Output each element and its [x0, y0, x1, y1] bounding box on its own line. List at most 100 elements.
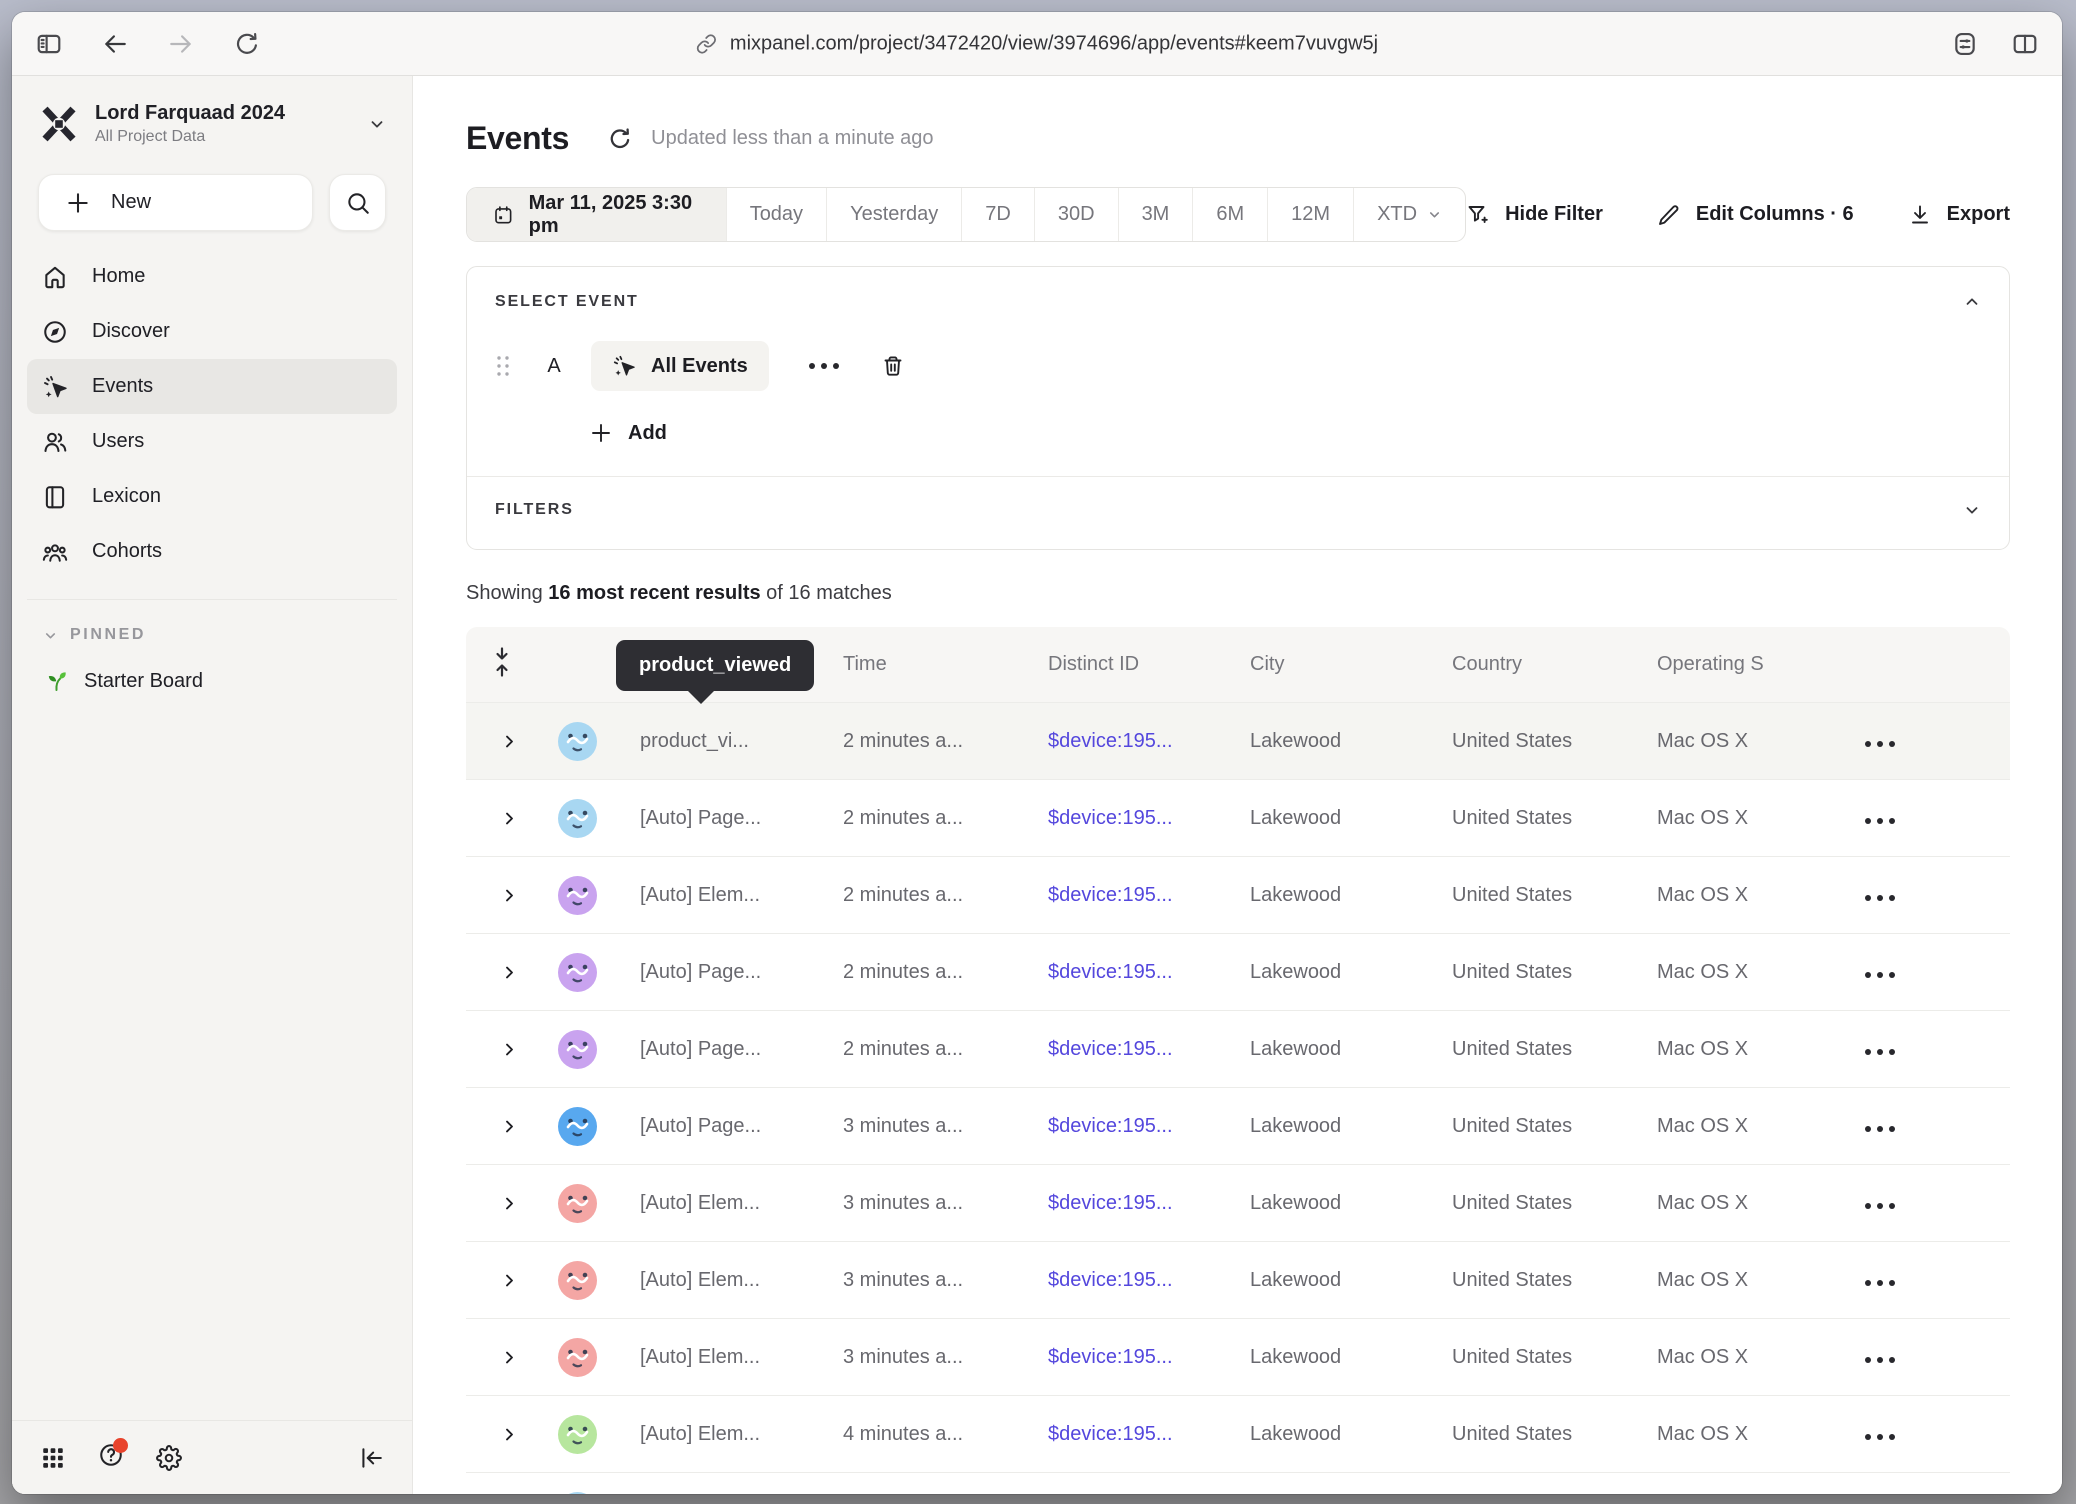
- distinct-id-link[interactable]: $device:195...: [1048, 730, 1250, 753]
- row-expand-chevron-icon[interactable]: [501, 1426, 538, 1443]
- row-expand-chevron-icon[interactable]: [501, 1349, 538, 1366]
- time-cell: 2 minutes a...: [843, 730, 1048, 753]
- distinct-id-link[interactable]: $device:195...: [1048, 1192, 1250, 1215]
- row-expand-chevron-icon[interactable]: [501, 810, 538, 827]
- search-button[interactable]: [329, 174, 386, 231]
- time-cell: 3 minutes a...: [843, 1269, 1048, 1292]
- row-more-button[interactable]: [1837, 1423, 2010, 1446]
- users-icon: [42, 429, 68, 455]
- edit-columns-button[interactable]: Edit Columns · 6: [1657, 203, 1854, 227]
- row-expand-chevron-icon[interactable]: [501, 1118, 538, 1135]
- sidebar-item-discover[interactable]: Discover: [27, 304, 397, 359]
- country-cell: United States: [1452, 1423, 1657, 1446]
- collapse-rows-icon[interactable]: [491, 647, 513, 677]
- row-more-button[interactable]: [1837, 1192, 2010, 1215]
- sidebar-item-lexicon[interactable]: Lexicon: [27, 469, 397, 524]
- date-picker-button[interactable]: Mar 11, 2025 3:30 pm: [467, 188, 726, 241]
- export-button[interactable]: Export: [1908, 203, 2010, 227]
- project-switcher[interactable]: Lord Farquaad 2024 All Project Data: [12, 76, 412, 166]
- collapse-sidebar-icon[interactable]: [358, 1445, 384, 1471]
- back-icon[interactable]: [102, 31, 128, 57]
- table-row[interactable]: [Auto] Elem... 2 minutes a... $device:19…: [466, 856, 2010, 933]
- table-row[interactable]: [Auto] Elem... 3 minutes a... $device:19…: [466, 1318, 2010, 1395]
- settings-gear-icon[interactable]: [156, 1445, 182, 1471]
- add-event-button[interactable]: Add: [589, 421, 667, 445]
- country-cell: United States: [1452, 730, 1657, 753]
- pinned-section-header[interactable]: PINNED: [12, 620, 412, 654]
- row-expand-chevron-icon[interactable]: [501, 1195, 538, 1212]
- all-events-chip[interactable]: All Events: [591, 341, 769, 391]
- reload-icon[interactable]: [234, 31, 260, 57]
- row-expand-chevron-icon[interactable]: [501, 1041, 538, 1058]
- table-row[interactable]: [Auto] Page... 2 minutes a... $device:19…: [466, 779, 2010, 856]
- address-bar[interactable]: mixpanel.com/project/3472420/view/397469…: [696, 32, 1378, 55]
- row-more-button[interactable]: [1837, 1346, 2010, 1369]
- range-yesterday[interactable]: Yesterday: [826, 188, 961, 241]
- table-row[interactable]: [Auto] Elem... 4 minutes a... $device:19…: [466, 1395, 2010, 1472]
- range-3m[interactable]: 3M: [1118, 188, 1193, 241]
- range-12m[interactable]: 12M: [1267, 188, 1353, 241]
- apps-grid-icon[interactable]: [40, 1445, 66, 1471]
- range-xtd[interactable]: XTD: [1353, 188, 1465, 241]
- distinct-id-link[interactable]: $device:195...: [1048, 1115, 1250, 1138]
- drag-handle-icon[interactable]: [495, 353, 511, 379]
- refresh-icon[interactable]: [607, 126, 633, 152]
- sidebar-item-users[interactable]: Users: [27, 414, 397, 469]
- hide-filter-button[interactable]: Hide Filter: [1466, 203, 1603, 227]
- sidebar-item-home[interactable]: Home: [27, 249, 397, 304]
- distinct-id-link[interactable]: $device:195...: [1048, 1038, 1250, 1061]
- table-row[interactable]: [Auto] Page... 3 minutes a... $device:19…: [466, 1087, 2010, 1164]
- page-settings-icon[interactable]: [1952, 31, 1978, 57]
- distinct-id-link[interactable]: $device:195...: [1048, 807, 1250, 830]
- column-header-os[interactable]: Operating S: [1657, 653, 1837, 676]
- link-icon: [696, 33, 717, 54]
- distinct-id-link[interactable]: $device:195...: [1048, 961, 1250, 984]
- forward-icon[interactable]: [168, 31, 194, 57]
- range-7d[interactable]: 7D: [961, 188, 1034, 241]
- event-row-more-button[interactable]: [809, 363, 839, 369]
- row-more-button[interactable]: [1837, 961, 2010, 984]
- row-more-button[interactable]: [1837, 1269, 2010, 1292]
- split-view-icon[interactable]: [2012, 31, 2038, 57]
- column-header-city[interactable]: City: [1250, 653, 1452, 676]
- sidebar-item-cohorts[interactable]: Cohorts: [27, 524, 397, 579]
- row-expand-chevron-icon[interactable]: [501, 1272, 538, 1289]
- city-cell: Lakewood: [1250, 807, 1452, 830]
- range-today[interactable]: Today: [726, 188, 826, 241]
- trash-icon[interactable]: [881, 354, 905, 378]
- row-more-button[interactable]: [1837, 884, 2010, 907]
- table-row[interactable]: [466, 1472, 2010, 1494]
- table-row[interactable]: [Auto] Page... 2 minutes a... $device:19…: [466, 1010, 2010, 1087]
- row-expand-chevron-icon[interactable]: [501, 964, 538, 981]
- row-expand-chevron-icon[interactable]: [501, 887, 538, 904]
- column-header-distinct-id[interactable]: Distinct ID: [1048, 653, 1250, 676]
- distinct-id-link[interactable]: $device:195...: [1048, 1269, 1250, 1292]
- distinct-id-link[interactable]: $device:195...: [1048, 1423, 1250, 1446]
- row-more-button[interactable]: [1837, 1038, 2010, 1061]
- table-row[interactable]: product_vi... 2 minutes a... $device:195…: [466, 702, 2010, 779]
- table-row[interactable]: [Auto] Elem... 3 minutes a... $device:19…: [466, 1241, 2010, 1318]
- column-header-country[interactable]: Country: [1452, 653, 1657, 676]
- row-more-button[interactable]: [1837, 730, 2010, 753]
- new-button[interactable]: New: [38, 174, 313, 231]
- collapse-section-chevron-up-icon[interactable]: [1963, 293, 1981, 311]
- column-header-time[interactable]: Time: [843, 653, 1048, 676]
- distinct-id-link[interactable]: $device:195...: [1048, 1346, 1250, 1369]
- row-more-button[interactable]: [1837, 1115, 2010, 1138]
- distinct-id-link[interactable]: $device:195...: [1048, 884, 1250, 907]
- event-name-cell: [Auto] Page...: [602, 961, 843, 984]
- time-cell: 3 minutes a...: [843, 1192, 1048, 1215]
- sidebar-item-starter-board[interactable]: Starter Board: [12, 654, 412, 708]
- help-button[interactable]: [98, 1442, 124, 1473]
- range-6m[interactable]: 6M: [1192, 188, 1267, 241]
- sidebar-item-events[interactable]: Events: [27, 359, 397, 414]
- row-more-button[interactable]: [1837, 807, 2010, 830]
- table-row[interactable]: [Auto] Page... 2 minutes a... $device:19…: [466, 933, 2010, 1010]
- event-avatar: [558, 1030, 597, 1069]
- events-cursor-icon: [612, 354, 636, 378]
- range-30d[interactable]: 30D: [1034, 188, 1118, 241]
- table-row[interactable]: [Auto] Elem... 3 minutes a... $device:19…: [466, 1164, 2010, 1241]
- row-expand-chevron-icon[interactable]: [501, 733, 538, 750]
- expand-section-chevron-down-icon[interactable]: [1963, 501, 1981, 519]
- sidebar-toggle-icon[interactable]: [36, 31, 62, 57]
